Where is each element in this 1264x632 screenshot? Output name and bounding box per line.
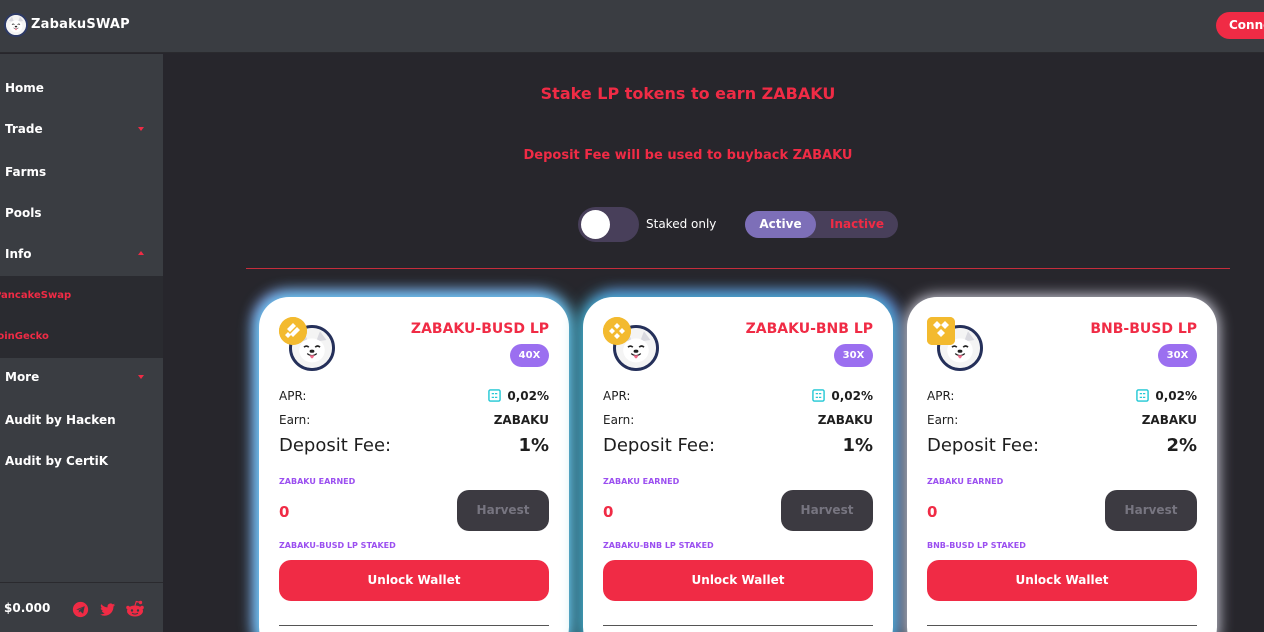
sidebar-item-label: Info xyxy=(5,247,32,261)
earned-value: 0 xyxy=(927,503,938,521)
card-divider xyxy=(603,625,873,626)
earned-label: ZABAKU EARNED xyxy=(279,477,356,486)
sidebar-item-label: Audit by CertiK xyxy=(5,454,109,468)
harvest-button[interactable]: Harvest xyxy=(781,490,873,531)
earned-value: 0 xyxy=(603,503,614,521)
page-subtitle: Deposit Fee will be used to buyback ZABA… xyxy=(523,148,853,163)
multiplier-badge: 30X xyxy=(834,344,873,367)
sidebar-footer: $0.000 xyxy=(0,582,163,632)
sidebar-item-pools[interactable]: Pools xyxy=(0,196,163,230)
reddit-icon[interactable] xyxy=(125,599,145,619)
earn-value: ZABAKU xyxy=(493,413,549,427)
sidebar-item-home[interactable]: Home xyxy=(0,71,163,105)
sidebar-item-farms[interactable]: Farms xyxy=(0,155,163,189)
farm-pair-name: ZABAKU-BUSD LP xyxy=(410,321,549,337)
active-inactive-tabs: Active Inactive xyxy=(745,211,898,238)
multiplier-badge: 40X xyxy=(510,344,549,367)
earn-label: Earn: xyxy=(603,413,635,427)
farm-card-3: BNB-BUSD LP 30X APR: 0,02% Earn: ZABAKU … xyxy=(907,297,1217,632)
staked-label: ZABAKU-BNB LP STAKED xyxy=(603,541,714,550)
submenu-item-label: CoinGecko xyxy=(0,331,49,342)
chevron-down-icon xyxy=(138,375,144,379)
unlock-wallet-button[interactable]: Unlock Wallet xyxy=(603,560,873,601)
sidebar-item-label: Trade xyxy=(5,122,43,136)
apr-value: 0,02% xyxy=(1155,389,1197,403)
section-divider xyxy=(246,268,1230,269)
unlock-wallet-button[interactable]: Unlock Wallet xyxy=(279,560,549,601)
earn-label: Earn: xyxy=(279,413,311,427)
sidebar-item-label: More xyxy=(5,370,40,384)
sidebar-item-info[interactable]: Info xyxy=(0,237,163,271)
sidebar-item-audit-certik[interactable]: Audit by CertiK xyxy=(0,444,163,478)
sidebar-item-label: Home xyxy=(5,81,44,95)
submenu-item-label: PancakeSwap xyxy=(0,290,72,301)
top-bar: ZabakuSWAP Connect xyxy=(0,0,1264,53)
calculator-icon[interactable] xyxy=(488,389,502,402)
tab-active[interactable]: Active xyxy=(745,211,816,238)
bnb-coin-icon xyxy=(603,317,631,345)
chevron-down-icon xyxy=(138,127,144,131)
sidebar-item-label: Farms xyxy=(5,165,47,179)
page-title: Stake LP tokens to earn ZABAKU xyxy=(540,84,836,103)
chevron-up-icon xyxy=(138,251,144,255)
deposit-fee-value: 1% xyxy=(518,435,549,456)
harvest-button[interactable]: Harvest xyxy=(1105,490,1197,531)
toggle-knob xyxy=(581,210,610,239)
earned-label: ZABAKU EARNED xyxy=(927,477,1004,486)
sidebar-item-label: Audit by Hacken xyxy=(5,413,116,427)
deposit-fee-label: Deposit Fee: xyxy=(927,435,1040,456)
token-price: $0.000 xyxy=(4,601,51,615)
card-divider xyxy=(927,625,1197,626)
farm-pair-name: BNB-BUSD LP xyxy=(1090,321,1197,337)
apr-value-row: 0,02% xyxy=(812,389,873,403)
apr-value-row: 0,02% xyxy=(488,389,549,403)
earn-value: ZABAKU xyxy=(1141,413,1197,427)
sidebar-item-label: Pools xyxy=(5,206,42,220)
calculator-icon[interactable] xyxy=(812,389,826,402)
apr-value: 0,02% xyxy=(831,389,873,403)
brand-name[interactable]: ZabakuSWAP xyxy=(31,17,130,32)
submenu-item-coingecko[interactable]: CoinGecko xyxy=(0,320,153,354)
apr-value: 0,02% xyxy=(507,389,549,403)
calculator-icon[interactable] xyxy=(1136,389,1150,402)
farm-card-1: ZABAKU-BUSD LP 40X APR: 0,02% Earn: ZABA… xyxy=(259,297,569,632)
staked-only-toggle[interactable] xyxy=(578,207,639,242)
earned-value: 0 xyxy=(279,503,290,521)
info-submenu: PancakeSwap CoinGecko xyxy=(0,276,163,358)
harvest-button[interactable]: Harvest xyxy=(457,490,549,531)
card-divider xyxy=(279,625,549,626)
zabaku-logo-icon[interactable] xyxy=(4,13,28,37)
unlock-wallet-button[interactable]: Unlock Wallet xyxy=(927,560,1197,601)
staked-label: ZABAKU-BUSD LP STAKED xyxy=(279,541,396,550)
staked-only-label: Staked only xyxy=(646,217,717,231)
apr-label: APR: xyxy=(603,389,631,403)
bnb-busd-coin-icon xyxy=(927,317,955,345)
telegram-icon[interactable] xyxy=(72,601,89,618)
twitter-icon[interactable] xyxy=(99,601,116,618)
deposit-fee-label: Deposit Fee: xyxy=(603,435,716,456)
submenu-item-pancakeswap[interactable]: PancakeSwap xyxy=(0,279,157,313)
multiplier-badge: 30X xyxy=(1158,344,1197,367)
deposit-fee-value: 2% xyxy=(1166,435,1197,456)
busd-coin-icon xyxy=(279,317,307,345)
sidebar: Home Trade Farms Pools Info PancakeSwap … xyxy=(0,54,163,632)
sidebar-item-more[interactable]: More xyxy=(0,360,163,394)
deposit-fee-value: 1% xyxy=(842,435,873,456)
deposit-fee-label: Deposit Fee: xyxy=(279,435,392,456)
tab-inactive[interactable]: Inactive xyxy=(816,211,898,238)
connect-button[interactable]: Connect xyxy=(1216,12,1264,39)
sidebar-item-trade[interactable]: Trade xyxy=(0,112,163,146)
earn-value: ZABAKU xyxy=(817,413,873,427)
apr-label: APR: xyxy=(927,389,955,403)
earn-label: Earn: xyxy=(927,413,959,427)
sidebar-item-audit-hacken[interactable]: Audit by Hacken xyxy=(0,403,163,437)
earned-label: ZABAKU EARNED xyxy=(603,477,680,486)
apr-value-row: 0,02% xyxy=(1136,389,1197,403)
staked-label: BNB-BUSD LP STAKED xyxy=(927,541,1026,550)
farm-card-2: ZABAKU-BNB LP 30X APR: 0,02% Earn: ZABAK… xyxy=(583,297,893,632)
farm-pair-name: ZABAKU-BNB LP xyxy=(745,321,873,337)
apr-label: APR: xyxy=(279,389,307,403)
